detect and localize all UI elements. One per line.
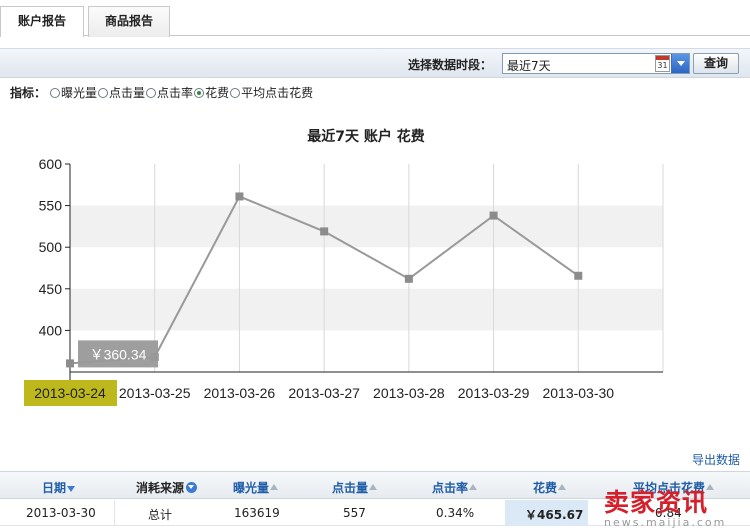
x-tick-label: 2013-03-25 xyxy=(119,385,191,401)
radio-icon[interactable] xyxy=(98,88,109,98)
date-range-label: 选择数据时段： xyxy=(408,58,493,72)
col-header-label: 日期 xyxy=(42,481,67,495)
tab-account-report[interactable]: 账户报告 xyxy=(0,6,84,37)
sort-up-icon[interactable] xyxy=(369,484,378,493)
report-tabbar: 账户报告 商品报告 xyxy=(0,0,750,37)
data-point xyxy=(66,359,74,368)
col-header-impressions[interactable]: 曝光量 xyxy=(233,479,279,496)
col-header-label: 曝光量 xyxy=(233,481,270,495)
cell-source: 总计 xyxy=(148,508,173,522)
sort-up-icon[interactable] xyxy=(469,484,478,493)
metric-option-label: 点击量 xyxy=(109,86,146,100)
cell-date: 2013-03-30 xyxy=(26,506,96,520)
sort-down-icon[interactable] xyxy=(67,484,76,493)
date-range-value: 最近7天 xyxy=(507,59,551,73)
y-tick-label: 500 xyxy=(39,239,63,255)
calendar-icon[interactable]: 31 xyxy=(655,55,670,72)
chevron-down-icon[interactable] xyxy=(671,54,689,73)
y-tick-label: 400 xyxy=(39,322,63,338)
x-tick-label: 2013-03-28 xyxy=(373,385,445,401)
metric-option-ctr[interactable]: 点击率 xyxy=(146,84,193,101)
query-button[interactable]: 查询 xyxy=(693,53,739,74)
grid-band xyxy=(70,288,663,331)
x-tick-label: 2013-03-30 xyxy=(542,385,614,401)
watermark-text: 卖家资讯 xyxy=(604,488,709,517)
date-filter-bar: 选择数据时段： 最近7天 31 查询 xyxy=(0,48,750,78)
col-header-cost[interactable]: 花费 xyxy=(533,479,567,496)
col-header-ctr[interactable]: 点击率 xyxy=(432,479,478,496)
y-tick-label: 600 xyxy=(39,156,63,172)
data-point xyxy=(574,271,583,280)
metric-option-clicks[interactable]: 点击量 xyxy=(98,84,145,101)
column-divider xyxy=(114,500,115,526)
chart-title-text: 最近7天 账户 花费 xyxy=(307,129,425,145)
cell-clicks: 557 xyxy=(343,506,366,520)
sort-up-icon[interactable] xyxy=(558,484,567,493)
y-tick-label: 550 xyxy=(39,198,63,214)
radio-icon[interactable] xyxy=(146,88,157,98)
metric-option-label: 花费 xyxy=(205,86,230,100)
col-header-source[interactable]: 消耗来源 xyxy=(136,479,198,496)
export-data-link[interactable]: 导出数据 xyxy=(692,451,740,468)
metric-option-cost[interactable]: 花费 xyxy=(194,84,229,101)
data-point xyxy=(404,274,413,283)
dropdown-circle-icon[interactable] xyxy=(186,482,198,493)
col-header-label: 消耗来源 xyxy=(136,481,185,495)
x-tick-label: 2013-03-24 xyxy=(34,385,106,401)
sort-up-icon[interactable] xyxy=(270,484,279,493)
x-tick-label: 2013-03-26 xyxy=(204,385,276,401)
watermark-url: news.maijia.com xyxy=(604,516,727,529)
watermark: 卖家资讯 news.maijia.com xyxy=(604,483,750,531)
radio-icon[interactable] xyxy=(230,88,241,98)
cell-impressions: 163619 xyxy=(234,506,280,520)
radio-checked-icon[interactable] xyxy=(194,88,205,98)
data-point xyxy=(320,227,329,236)
metric-option-label: 点击率 xyxy=(157,86,194,100)
col-header-date[interactable]: 日期 xyxy=(42,479,76,496)
grid-band xyxy=(70,205,663,248)
metric-label: 指标： xyxy=(10,86,47,100)
cell-cost: ￥465.67 xyxy=(505,500,588,526)
chart-title: 最近7天 账户 花费 xyxy=(0,126,750,146)
metric-option-label: 平均点击花费 xyxy=(241,86,314,100)
cell-ctr: 0.34% xyxy=(436,506,475,520)
tab-product-report[interactable]: 商品报告 xyxy=(88,6,170,37)
data-point xyxy=(489,211,498,220)
col-header-label: 点击率 xyxy=(432,481,469,495)
radio-icon[interactable] xyxy=(50,88,61,98)
col-header-label: 点击量 xyxy=(332,481,369,495)
metric-option-label: 曝光量 xyxy=(61,86,98,100)
metric-selector: 指标： 曝光量 点击量 点击率 花费 平均点击花费 xyxy=(10,84,314,100)
cost-line-chart: 400 450 500 550 600 2013-03-24 2013-03-25 2013-… xyxy=(24,156,664,406)
metric-option-impressions[interactable]: 曝光量 xyxy=(50,84,97,101)
metric-option-avg-cpc[interactable]: 平均点击花费 xyxy=(230,84,313,101)
tooltip-text: ￥360.34 xyxy=(90,346,147,362)
col-header-clicks[interactable]: 点击量 xyxy=(332,479,378,496)
x-tick-label: 2013-03-29 xyxy=(458,385,530,401)
data-point xyxy=(235,192,244,201)
date-range-select[interactable]: 最近7天 31 xyxy=(502,53,690,74)
x-tick-label: 2013-03-27 xyxy=(288,385,360,401)
col-header-label: 花费 xyxy=(533,481,558,495)
y-tick-label: 450 xyxy=(39,281,63,297)
